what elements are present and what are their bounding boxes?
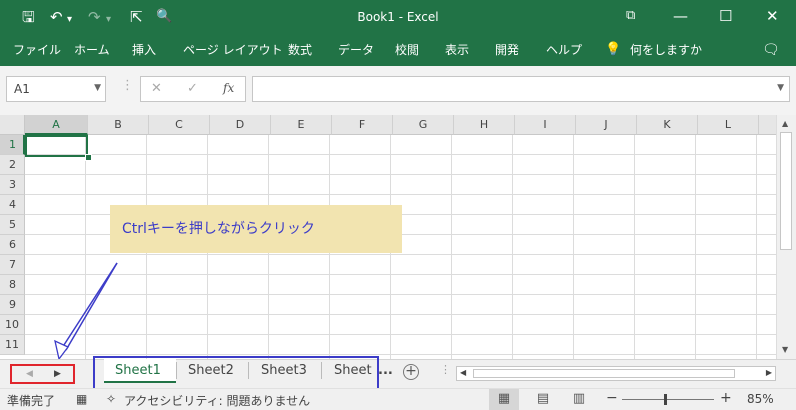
tab-insert[interactable]: 挿入 (132, 42, 156, 58)
tab-page-layout[interactable]: ページ レイアウト (183, 42, 283, 58)
minimize-icon[interactable]: — (673, 6, 688, 26)
status-ready: 準備完了 (7, 394, 56, 408)
tab-view[interactable]: 表示 (445, 42, 469, 58)
page-break-view-icon[interactable]: ▥ (564, 389, 594, 410)
row-header[interactable]: 1 (0, 135, 25, 155)
column-header[interactable]: D (210, 115, 271, 135)
zoom-slider-thumb[interactable] (664, 394, 667, 405)
sheet-tab-sheet3[interactable]: Sheet3 (261, 359, 307, 383)
tab-data[interactable]: データ (338, 42, 374, 58)
sheet-tab-sheet4[interactable]: Sheet (334, 359, 372, 383)
enter-icon[interactable]: ✓ (187, 81, 198, 96)
tab-developer[interactable]: 開発 (495, 42, 519, 58)
row-header[interactable]: 6 (0, 235, 25, 255)
formula-bar: A1 ▼ ⋮ ✕ ✓ fx ▼ (0, 66, 796, 115)
cancel-icon[interactable]: ✕ (151, 81, 162, 96)
tab-divider (176, 362, 177, 379)
macro-record-icon[interactable]: ▦ (76, 392, 87, 406)
sheet-prev-icon[interactable]: ◀ (26, 369, 33, 379)
sheet-tab-sheet2[interactable]: Sheet2 (188, 359, 234, 383)
column-header[interactable]: G (393, 115, 454, 135)
sheet-tab-sheet1[interactable]: Sheet1 (104, 359, 176, 383)
row-header[interactable]: 10 (0, 315, 25, 335)
column-header[interactable]: C (149, 115, 210, 135)
normal-view-icon[interactable]: ▦ (489, 389, 519, 410)
callout-text: Ctrlキーを押しながらクリック (122, 221, 315, 237)
scroll-up-icon[interactable]: ▲ (782, 119, 788, 128)
vertical-dots-icon: ⋮ (121, 78, 134, 93)
zoom-out-icon[interactable]: − (606, 390, 618, 406)
column-header[interactable] (759, 115, 776, 135)
tell-me-search[interactable]: 何をしますか (630, 42, 702, 58)
column-header[interactable]: L (698, 115, 759, 135)
column-header[interactable]: H (454, 115, 515, 135)
accessibility-status[interactable]: アクセシビリティ: 問題ありません (124, 392, 310, 409)
chevron-down-icon[interactable]: ▼ (94, 83, 101, 93)
insert-function-icon[interactable]: fx (223, 81, 234, 95)
page-layout-view-icon[interactable]: ▤ (528, 389, 558, 410)
column-header[interactable]: I (515, 115, 576, 135)
row-header[interactable]: 9 (0, 295, 25, 315)
column-header[interactable]: E (271, 115, 332, 135)
name-box[interactable]: A1 ▼ (6, 76, 106, 102)
accessibility-icon[interactable]: ✧ (106, 392, 116, 406)
active-cell[interactable] (25, 135, 88, 157)
close-icon[interactable]: ✕ (766, 6, 779, 26)
horizontal-scroll-thumb[interactable] (473, 369, 735, 378)
callout-box: Ctrlキーを押しながらクリック (110, 205, 402, 253)
row-header[interactable]: 5 (0, 215, 25, 235)
select-all-corner[interactable] (0, 115, 25, 135)
row-header[interactable]: 7 (0, 255, 25, 275)
sheet-nav-buttons: ◀ ▶ (10, 364, 75, 384)
row-header[interactable]: 11 (0, 335, 25, 355)
scroll-down-icon[interactable]: ▼ (782, 345, 788, 354)
column-header[interactable]: B (88, 115, 149, 135)
name-box-value: A1 (14, 82, 30, 96)
horizontal-scrollbar[interactable]: ◀ ▶ (456, 366, 776, 381)
maximize-icon[interactable]: ☐ (719, 6, 732, 26)
ribbon-display-options-icon[interactable]: ⧉ (626, 6, 635, 26)
column-header[interactable]: K (637, 115, 698, 135)
column-header[interactable]: A (25, 115, 88, 135)
scroll-left-icon[interactable]: ◀ (460, 368, 466, 377)
row-header[interactable]: 4 (0, 195, 25, 215)
tab-help[interactable]: ヘルプ (546, 42, 582, 58)
tab-file[interactable]: ファイル (13, 42, 61, 58)
row-header[interactable]: 3 (0, 175, 25, 195)
row-header[interactable]: 2 (0, 155, 25, 175)
comments-icon[interactable]: 🗨 (762, 42, 780, 58)
vertical-scroll-thumb[interactable] (780, 132, 792, 250)
sheet-next-icon[interactable]: ▶ (54, 369, 61, 379)
vertical-dots-icon[interactable]: ⋮ (440, 363, 451, 376)
formula-buttons: ✕ ✓ fx (140, 76, 246, 102)
column-header[interactable]: J (576, 115, 637, 135)
tab-divider (321, 362, 322, 379)
fill-handle[interactable] (85, 154, 92, 161)
status-bar: 準備完了 ▦ ✧ アクセシビリティ: 問題ありません ▦ ▤ ▥ − + 85% (0, 388, 796, 410)
expand-formula-bar-icon[interactable]: ▼ (777, 83, 784, 93)
scroll-right-icon[interactable]: ▶ (766, 368, 772, 377)
row-header[interactable]: 8 (0, 275, 25, 295)
tab-home[interactable]: ホーム (74, 42, 110, 58)
column-header[interactable]: F (332, 115, 393, 135)
tab-divider (248, 362, 249, 379)
zoom-in-icon[interactable]: + (720, 390, 732, 406)
vertical-scrollbar[interactable]: ▲ ▼ (776, 115, 796, 359)
formula-input[interactable]: ▼ (252, 76, 790, 102)
title-bar: 🖫 ↶ ▾ ↷ ▾ ⇱ 🔍 Book1 - Excel ⧉ — ☐ ✕ (0, 0, 796, 34)
sheet-tab-bar: ◀ ▶ Sheet1 Sheet2 Sheet3 Sheet ... + ⋮ ◀… (0, 356, 796, 390)
tab-review[interactable]: 校閲 (395, 42, 419, 58)
add-sheet-icon[interactable]: + (403, 364, 419, 380)
zoom-slider[interactable] (622, 399, 714, 400)
tab-formulas[interactable]: 数式 (288, 42, 312, 58)
more-sheets[interactable]: ... (378, 363, 393, 378)
sheet-tabs-highlight: Sheet1 Sheet2 Sheet3 Sheet (93, 356, 379, 390)
zoom-level[interactable]: 85% (747, 392, 774, 406)
lightbulb-icon: 💡 (605, 42, 622, 57)
ribbon-tabs: ファイル ホーム 挿入 ページ レイアウト 数式 データ 校閲 表示 開発 ヘル… (0, 34, 796, 66)
